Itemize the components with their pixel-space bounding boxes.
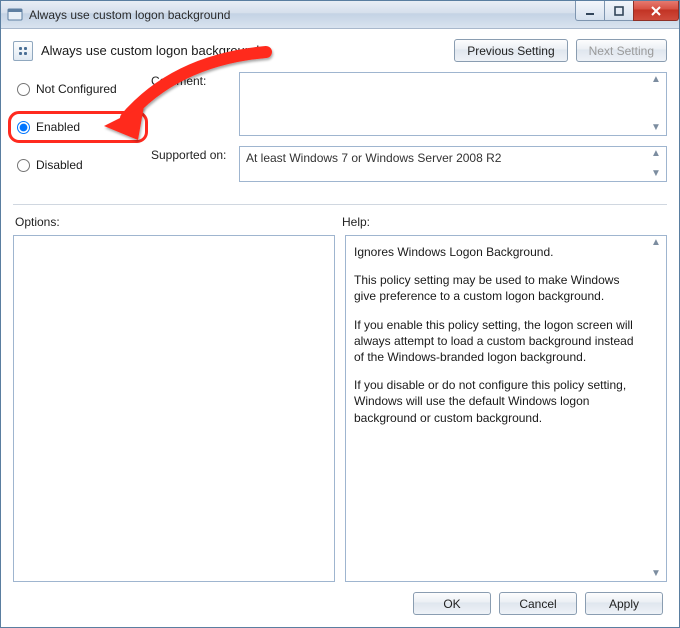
comment-label: Comment: <box>151 72 231 88</box>
help-pane: Ignores Windows Logon Background. This p… <box>345 235 667 582</box>
policy-icon <box>13 41 33 61</box>
window-icon <box>7 7 23 23</box>
options-label: Options: <box>13 213 340 235</box>
dialog-footer: OK Cancel Apply <box>13 582 667 617</box>
maximize-button[interactable] <box>604 1 634 21</box>
content-area: Always use custom logon background Previ… <box>1 29 679 627</box>
radio-disabled[interactable]: Disabled <box>13 154 143 176</box>
radio-not-configured-label: Not Configured <box>36 82 117 96</box>
apply-button[interactable]: Apply <box>585 592 663 615</box>
options-pane <box>13 235 335 582</box>
supported-on-text: At least Windows 7 or Windows Server 200… <box>246 151 501 165</box>
header-row: Always use custom logon background Previ… <box>13 39 667 62</box>
separator <box>13 204 667 205</box>
radio-disabled-label: Disabled <box>36 158 83 172</box>
help-label: Help: <box>340 213 667 235</box>
cancel-button[interactable]: Cancel <box>499 592 577 615</box>
scrollbar-icon[interactable]: ▲▼ <box>648 238 664 579</box>
policy-title: Always use custom logon background <box>41 43 259 58</box>
minimize-button[interactable] <box>575 1 605 21</box>
window-title: Always use custom logon background <box>29 8 230 22</box>
radio-enabled-input[interactable] <box>17 121 30 134</box>
next-setting-button: Next Setting <box>576 39 667 62</box>
help-text: If you disable or do not configure this … <box>354 377 644 426</box>
titlebar[interactable]: Always use custom logon background <box>1 1 679 29</box>
policy-editor-window: Always use custom logon background Alway… <box>0 0 680 628</box>
radio-enabled-label: Enabled <box>36 120 80 134</box>
radio-not-configured[interactable]: Not Configured <box>13 78 143 100</box>
supported-on-label: Supported on: <box>151 146 231 162</box>
help-text: This policy setting may be used to make … <box>354 272 644 304</box>
window-controls <box>576 1 679 21</box>
comment-textarea[interactable]: ▲▼ <box>239 72 667 136</box>
close-button[interactable] <box>633 1 679 21</box>
state-radio-group: Not Configured Enabled Disabled <box>13 72 143 192</box>
radio-enabled[interactable]: Enabled <box>13 116 143 138</box>
supported-on-box: At least Windows 7 or Windows Server 200… <box>239 146 667 182</box>
previous-setting-button[interactable]: Previous Setting <box>454 39 567 62</box>
radio-disabled-input[interactable] <box>17 159 30 172</box>
help-text: Ignores Windows Logon Background. <box>354 244 644 260</box>
scrollbar-icon[interactable]: ▲▼ <box>648 149 664 179</box>
scrollbar-icon[interactable]: ▲▼ <box>648 75 664 133</box>
ok-button[interactable]: OK <box>413 592 491 615</box>
help-text: If you enable this policy setting, the l… <box>354 317 644 366</box>
radio-not-configured-input[interactable] <box>17 83 30 96</box>
